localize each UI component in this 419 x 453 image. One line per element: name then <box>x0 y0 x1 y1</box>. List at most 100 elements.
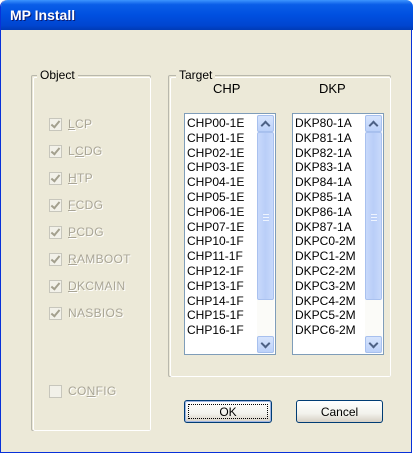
label-part: CP <box>74 117 93 131</box>
htp-check-icon[interactable] <box>49 171 62 185</box>
label-part: CO <box>68 384 87 398</box>
dkp-list-item[interactable]: DKPC4-2M <box>295 294 356 309</box>
fcdg-label: FCDG <box>68 198 103 212</box>
accelerator-key: F <box>68 198 76 212</box>
accelerator-key: L <box>68 117 75 131</box>
dkp-header: DKP <box>319 81 346 96</box>
mp-install-dialog: MP Install Object LCP LCDG HTP FCDG PCDG RAMB… <box>0 0 413 453</box>
lcdg-check-icon[interactable] <box>49 144 62 158</box>
chp-header: CHP <box>213 81 241 96</box>
dkp-list-item[interactable]: DKP82-1A <box>295 146 356 161</box>
dkp-list-item[interactable]: DKP84-1A <box>295 175 356 190</box>
chp-list-item[interactable]: CHP14-1F <box>187 294 244 309</box>
chp-list-item[interactable]: CHP12-1F <box>187 264 244 279</box>
label-part: TP <box>76 171 93 185</box>
grip-line <box>371 217 377 218</box>
nasbios-label: NASBIOS <box>68 306 123 320</box>
dkp-list-item[interactable]: DKPC6-2M <box>295 323 356 338</box>
dkp-list-item[interactable]: DKP80-1A <box>295 116 356 131</box>
chp-scroll-thumb[interactable] <box>257 132 274 300</box>
title-bar[interactable]: MP Install <box>1 0 413 30</box>
chevron-down-icon <box>260 338 271 349</box>
label-part: L <box>68 144 75 158</box>
dkp-list-item[interactable]: DKPC3-2M <box>295 279 356 294</box>
label-part: AMBOOT <box>76 252 131 266</box>
focus-rect <box>188 404 268 419</box>
dkp-list-item[interactable]: DKP81-1A <box>295 131 356 146</box>
htp-checkbox[interactable]: HTP <box>49 170 93 186</box>
lcp-checkbox[interactable]: LCP <box>49 116 92 132</box>
htp-label: HTP <box>68 171 93 185</box>
chp-list-item[interactable]: CHP11-1F <box>187 249 244 264</box>
dkp-list-item[interactable]: DKPC1-2M <box>295 249 356 264</box>
dkp-scroll-down-button[interactable] <box>365 336 382 353</box>
dkp-scroll-thumb[interactable] <box>365 132 382 300</box>
chp-list-item[interactable]: CHP01-1E <box>187 131 244 146</box>
nasbios-checkbox[interactable]: NASBIOS <box>49 305 123 321</box>
dkp-list-item[interactable]: DKPC2-2M <box>295 264 356 279</box>
ramboot-check-icon[interactable] <box>49 252 62 266</box>
grip-line <box>263 217 269 218</box>
ramboot-checkbox[interactable]: RAMBOOT <box>49 251 131 267</box>
fcdg-checkbox[interactable]: FCDG <box>49 197 103 213</box>
fcdg-check-icon[interactable] <box>49 198 62 212</box>
chp-listbox[interactable]: CHP00-1E CHP01-1E CHP02-1E CHP03-1E CHP04-1E… <box>184 113 276 355</box>
accelerator-key: C <box>74 144 84 158</box>
chp-list-item[interactable]: CHP03-1E <box>187 160 244 175</box>
chp-list-item[interactable]: CHP15-1F <box>187 308 244 323</box>
config-check-icon[interactable] <box>49 384 62 398</box>
chp-list-item[interactable]: CHP00-1E <box>187 116 244 131</box>
chp-list-item[interactable]: CHP06-1E <box>187 205 244 220</box>
chevron-up-icon <box>368 120 379 131</box>
lcp-check-icon[interactable] <box>49 117 62 131</box>
accelerator-key: N <box>86 384 96 398</box>
target-group-legend: Target <box>176 68 216 82</box>
chp-list-item[interactable]: CHP10-1F <box>187 234 244 249</box>
dkcmain-checkbox[interactable]: DKCMAIN <box>49 278 125 294</box>
dkp-list-item[interactable]: DKP87-1A <box>295 220 356 235</box>
config-checkbox[interactable]: CONFIG <box>49 383 116 399</box>
dkp-list-item[interactable]: DKP83-1A <box>295 160 356 175</box>
label-part: KCMAIN <box>76 279 126 293</box>
dkp-list-item[interactable]: DKPC0-2M <box>295 234 356 249</box>
dkp-list-item[interactable]: DKPC5-2M <box>295 308 356 323</box>
dkp-list-item[interactable]: DKP85-1A <box>295 190 356 205</box>
accelerator-key: R <box>68 252 77 266</box>
dkp-list-item[interactable]: DKP86-1A <box>295 205 356 220</box>
grip-line <box>263 214 269 215</box>
config-label: CONFIG <box>68 384 116 398</box>
chp-items: CHP00-1E CHP01-1E CHP02-1E CHP03-1E CHP04-1E… <box>187 116 244 338</box>
ok-button[interactable]: OK <box>184 400 272 423</box>
chp-scroll-up-button[interactable] <box>257 115 274 132</box>
chp-scrollbar[interactable] <box>257 115 274 353</box>
label-part: DG <box>83 144 103 158</box>
lcp-label: LCP <box>68 117 92 131</box>
chp-list-item[interactable]: CHP07-1E <box>187 220 244 235</box>
window-title: MP Install <box>10 7 76 23</box>
dkcmain-check-icon[interactable] <box>49 279 62 293</box>
label-part: CDG <box>75 198 104 212</box>
label-part: NASBIOS <box>68 306 124 320</box>
chp-list-item[interactable]: CHP13-1F <box>187 279 244 294</box>
accelerator-key: H <box>68 171 77 185</box>
dkp-scrollbar[interactable] <box>365 115 382 353</box>
chp-list-item[interactable]: CHP05-1E <box>187 190 244 205</box>
ramboot-label: RAMBOOT <box>68 252 131 266</box>
pcdg-label: PCDG <box>68 225 104 239</box>
lcdg-checkbox[interactable]: LCDG <box>49 143 103 159</box>
label-part: FIG <box>95 384 117 398</box>
pcdg-checkbox[interactable]: PCDG <box>49 224 104 240</box>
nasbios-check-icon[interactable] <box>49 306 62 320</box>
dkp-listbox[interactable]: DKP80-1A DKP81-1A DKP82-1A DKP83-1A DKP84-1A… <box>292 113 384 355</box>
cancel-button-label: Cancel <box>320 404 359 419</box>
grip-line <box>371 214 377 215</box>
chp-list-item[interactable]: CHP04-1E <box>187 175 244 190</box>
dkp-scroll-up-button[interactable] <box>365 115 382 132</box>
chp-list-item[interactable]: CHP16-1F <box>187 323 244 338</box>
dkp-items: DKP80-1A DKP81-1A DKP82-1A DKP83-1A DKP84-1A… <box>295 116 356 338</box>
chp-scroll-down-button[interactable] <box>257 336 274 353</box>
grip-line <box>371 220 377 221</box>
cancel-button[interactable]: Cancel <box>296 400 383 423</box>
chp-list-item[interactable]: CHP02-1E <box>187 146 244 161</box>
pcdg-check-icon[interactable] <box>49 225 62 239</box>
